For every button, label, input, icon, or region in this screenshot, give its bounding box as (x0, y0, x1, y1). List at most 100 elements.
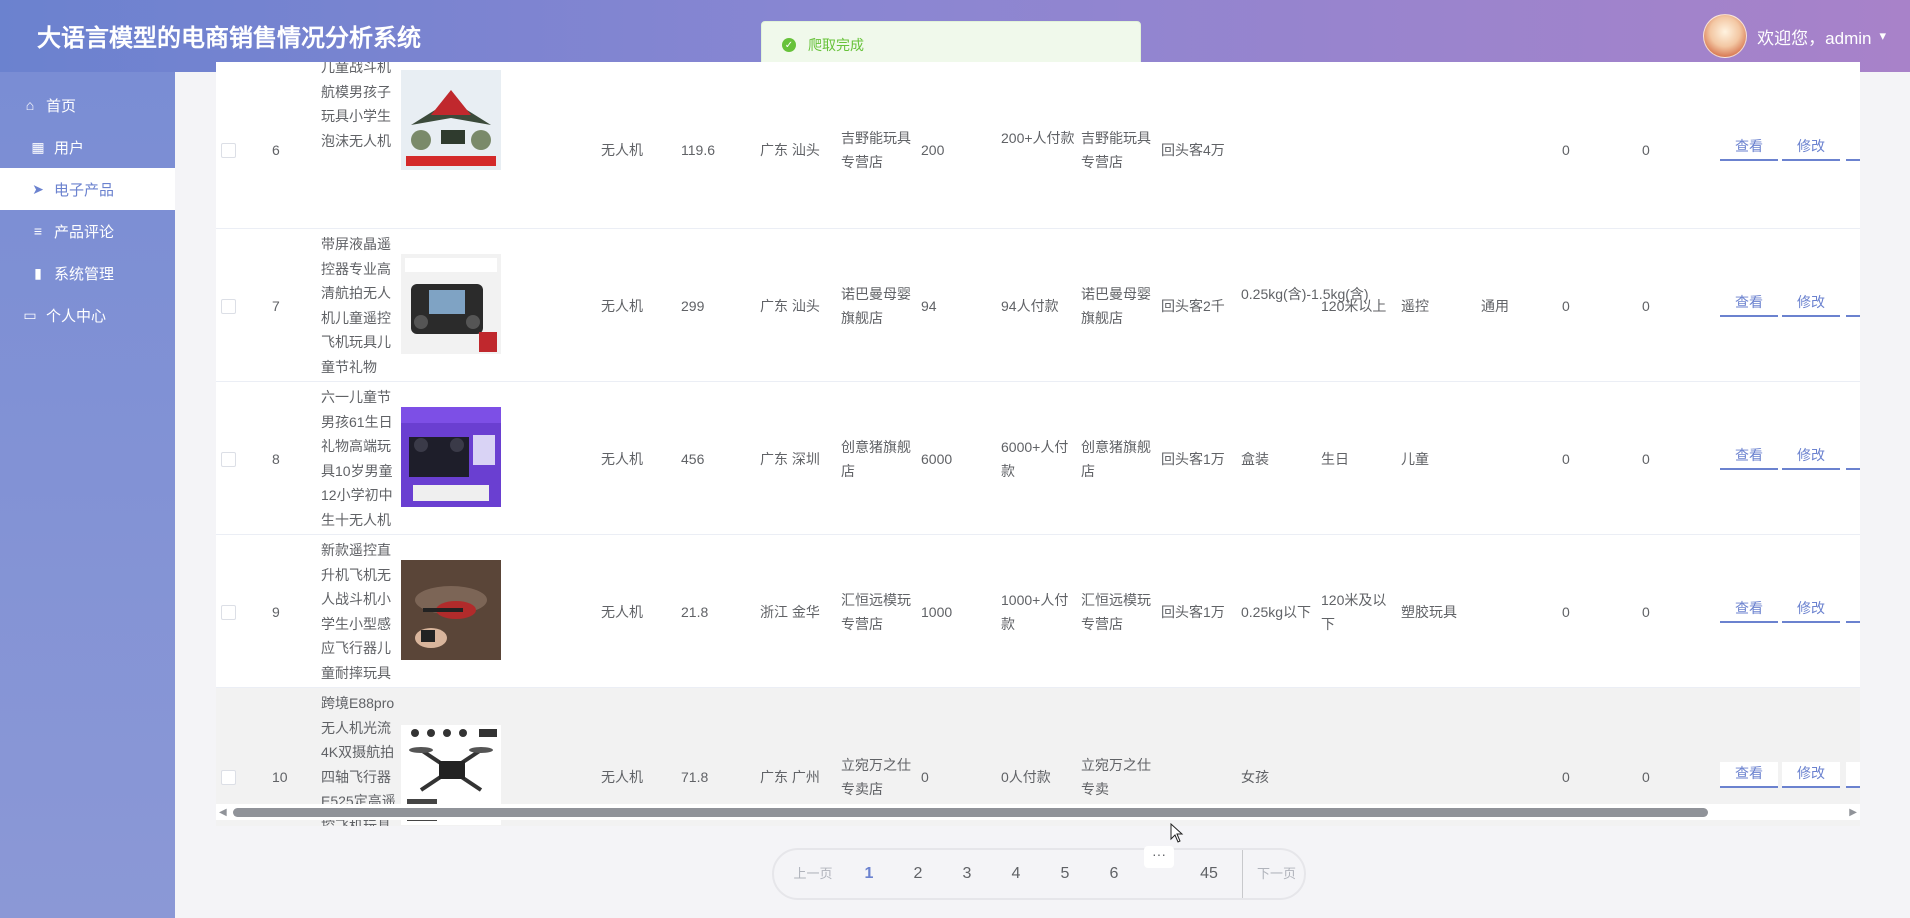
row-checkbox[interactable] (221, 143, 236, 158)
location: 浙江 金华 (760, 604, 820, 620)
next-page-button[interactable]: 下一页 (1249, 850, 1304, 898)
count-b: 0 (1642, 142, 1650, 158)
sidebar-item-reviews[interactable]: ≡ 产品评论 (0, 210, 175, 252)
shop-name: 创意猪旗舰店 (1081, 439, 1151, 479)
store: 创意猪旗舰店 (841, 439, 911, 479)
user-menu[interactable]: 欢迎您，admin ▾ (1703, 14, 1886, 58)
delete-button[interactable] (1846, 135, 1860, 161)
sidebar-item-system[interactable]: ▮ 系统管理 (0, 252, 175, 294)
row-index: 10 (272, 769, 288, 785)
payers: 1000+人付款 (1001, 592, 1069, 632)
shop-name: 诺巴曼母婴旗舰店 (1081, 286, 1151, 326)
edit-button[interactable]: 修改 (1782, 135, 1840, 161)
horizontal-scrollbar[interactable]: ◀ ▶ (216, 804, 1860, 820)
scrollbar-thumb[interactable] (233, 808, 1708, 817)
page-5[interactable]: 5 (1050, 850, 1080, 898)
repeat-customers: 回头客1万 (1161, 604, 1225, 620)
row-checkbox[interactable] (221, 605, 236, 620)
view-button[interactable]: 查看 (1720, 291, 1778, 317)
payers: 6000+人付款 (1001, 439, 1069, 479)
sidebar-item-label: 产品评论 (54, 223, 115, 241)
row-checkbox[interactable] (221, 452, 236, 467)
attr-feature: 遥控 (1401, 298, 1429, 314)
edit-button[interactable]: 修改 (1782, 762, 1840, 788)
table-row: 9 新款遥控直升机飞机无人战斗机小学生小型感应飞行器儿童耐摔玩具 无人机 21.… (216, 535, 1860, 688)
row-index: 7 (272, 298, 280, 314)
shop-name: 吉野能玩具专营店 (1081, 130, 1151, 170)
row-checkbox[interactable] (221, 299, 236, 314)
scroll-right-icon[interactable]: ▶ (1849, 807, 1857, 818)
attr-range: 120米及以下 (1321, 592, 1387, 632)
sidebar-item-users[interactable]: ▦ 用户 (0, 126, 175, 168)
sidebar-item-profile[interactable]: ▭ 个人中心 (0, 294, 175, 336)
prev-page-button[interactable]: 上一页 (784, 850, 842, 898)
delete-button[interactable] (1846, 762, 1860, 788)
sales: 94 (921, 298, 937, 314)
page-1[interactable]: 1 (854, 850, 884, 898)
scroll-left-icon[interactable]: ◀ (219, 807, 227, 818)
price: 21.8 (681, 604, 709, 620)
sidebar-item-label: 系统管理 (54, 265, 115, 283)
store: 吉野能玩具专营店 (841, 130, 911, 170)
count-b: 0 (1642, 451, 1650, 467)
view-button[interactable]: 查看 (1720, 444, 1778, 470)
product-image (401, 70, 501, 170)
edit-button[interactable]: 修改 (1782, 597, 1840, 623)
delete-button[interactable] (1846, 597, 1860, 623)
sales: 6000 (921, 451, 953, 467)
view-button[interactable]: 查看 (1720, 597, 1778, 623)
mouse-cursor-icon (1170, 823, 1184, 843)
repeat-customers: 回头客4万 (1161, 142, 1225, 158)
book-icon: ▮ (34, 264, 42, 281)
sidebar-item-label: 首页 (46, 97, 77, 115)
delete-button[interactable] (1846, 444, 1860, 470)
view-button[interactable]: 查看 (1720, 135, 1778, 161)
view-button[interactable]: 查看 (1720, 762, 1778, 788)
edit-button[interactable]: 修改 (1782, 291, 1840, 317)
page-6[interactable]: 6 (1099, 850, 1129, 898)
row-checkbox[interactable] (221, 770, 236, 785)
attr-feature: 塑胶玩具 (1401, 604, 1457, 620)
row-index: 6 (272, 142, 280, 158)
page-2[interactable]: 2 (903, 850, 933, 898)
product-title: 带屏液晶遥控器专业高清航拍无人机儿童遥控飞机玩具儿童节礼物 (321, 236, 391, 375)
paper-plane-icon: ➤ (32, 180, 44, 197)
id-card-icon: ▭ (23, 306, 37, 323)
payers: 94人付款 (1001, 298, 1059, 314)
more-pages-button[interactable]: ··· (1144, 846, 1174, 868)
product-title: 六一儿童节男孩61生日礼物高端玩具10岁男童12小学初中生十无人机 (321, 389, 393, 528)
count-a: 0 (1562, 451, 1570, 467)
attr-feature: 儿童 (1401, 451, 1429, 467)
attr-weight: 0.25kg以下 (1241, 604, 1312, 620)
page-4[interactable]: 4 (1001, 850, 1031, 898)
chevron-down-icon[interactable]: ▾ (1879, 28, 1886, 44)
sidebar-item-label: 电子产品 (54, 181, 115, 199)
attr-weight: 盒装 (1241, 451, 1269, 467)
sidebar-item-home[interactable]: ⌂ 首页 (0, 84, 175, 126)
avatar[interactable] (1703, 14, 1748, 58)
product-title: 儿童战斗机航模男孩子玩具小学生泡沫无人机 (321, 62, 391, 149)
store: 汇恒远模玩专营店 (841, 592, 911, 632)
attr-crowd: 通用 (1481, 298, 1509, 314)
page-last[interactable]: 45 (1192, 850, 1226, 898)
table-row: 8 六一儿童节男孩61生日礼物高端玩具10岁男童12小学初中生十无人机 无人机 … (216, 382, 1860, 535)
sidebar-item-label: 用户 (54, 139, 85, 157)
count-b: 0 (1642, 769, 1650, 785)
sidebar-item-electronics[interactable]: ➤ 电子产品 (0, 168, 175, 210)
welcome-text[interactable]: 欢迎您，admin (1757, 24, 1871, 49)
price: 299 (681, 298, 705, 314)
attr-range: 生日 (1321, 451, 1349, 467)
check-circle-icon: ✓ (782, 38, 796, 52)
sales: 1000 (921, 604, 953, 620)
location: 广东 汕头 (760, 298, 820, 314)
edit-button[interactable]: 修改 (1782, 444, 1840, 470)
count-a: 0 (1562, 769, 1570, 785)
toast-message: 爬取完成 (808, 37, 864, 53)
page-3[interactable]: 3 (952, 850, 982, 898)
product-table: 6 儿童战斗机航模男孩子玩具小学生泡沫无人机 无人机 119.6 广东 汕头 吉… (216, 62, 1860, 826)
delete-button[interactable] (1846, 291, 1860, 317)
home-icon: ⌂ (25, 97, 35, 113)
count-a: 0 (1562, 604, 1570, 620)
attr-weight: 0.25kg(含)-1.5kg(含) (1241, 286, 1369, 302)
shop-name: 汇恒远模玩专营店 (1081, 592, 1151, 632)
